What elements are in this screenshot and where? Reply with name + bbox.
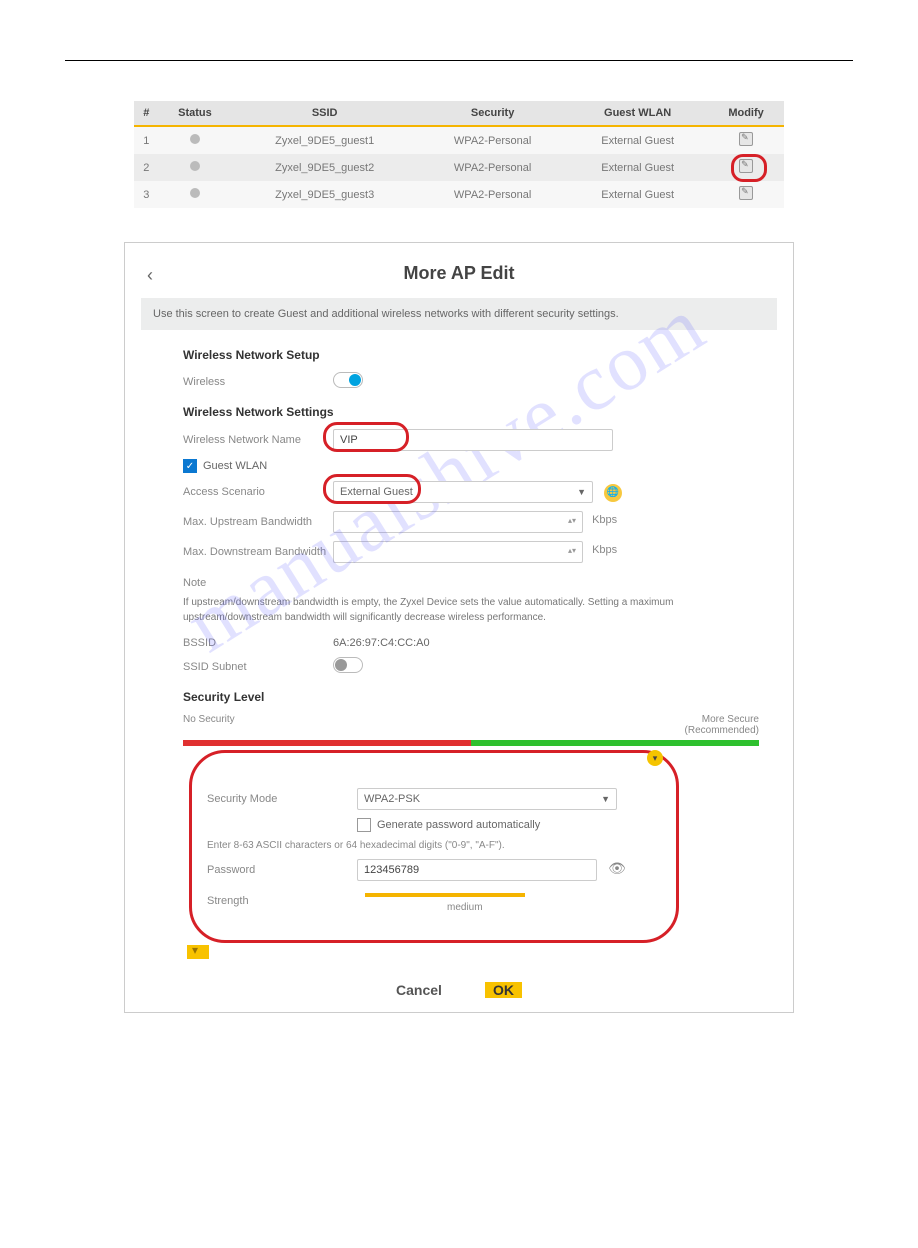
cell-modify[interactable] [708,126,784,154]
ap-table: # Status SSID Security Guest WLAN Modify… [134,101,784,208]
bulb-icon [190,161,200,171]
stepper-icon[interactable]: ▴▾ [568,518,580,526]
cancel-button[interactable]: Cancel [396,982,442,998]
cell-status [159,154,232,181]
security-panel: ▾ Security Mode WPA2-PSK ▼ Generate pass… [183,760,759,937]
highlight-ring [333,429,613,451]
unit-label: Kbps [592,514,617,526]
access-scenario-label: Access Scenario [183,486,333,498]
table-row: 1 Zyxel_9DE5_guest1 WPA2-Personal Extern… [134,126,784,154]
network-name-input[interactable] [333,429,613,451]
strength-bar [365,893,525,897]
cell-modify[interactable] [708,154,784,181]
cell-guest: External Guest [567,154,708,181]
table-header-row: # Status SSID Security Guest WLAN Modify [134,101,784,126]
highlight-ring: External Guest ▼ [333,481,593,503]
more-ap-edit-dialog: ‹ More AP Edit Use this screen to create… [124,242,794,1013]
downstream-label: Max. Downstream Bandwidth [183,546,333,558]
chevron-down-icon: ▼ [577,487,586,497]
security-level-bar[interactable] [183,740,759,746]
cell-num: 3 [134,181,159,208]
col-num: # [134,101,159,126]
section-heading: Security Level [183,690,759,704]
gen-password-checkbox[interactable] [357,818,371,832]
cell-status [159,126,232,154]
stepper-icon[interactable]: ▴▾ [568,548,580,556]
cell-ssid: Zyxel_9DE5_guest1 [231,126,418,154]
cell-modify[interactable] [708,181,784,208]
eye-icon[interactable]: 👁 [608,860,626,876]
expand-icon[interactable] [187,945,209,959]
wireless-toggle[interactable] [333,372,363,388]
cell-security: WPA2-Personal [418,181,567,208]
dialog-actions: Cancel OK [125,982,793,998]
cell-security: WPA2-Personal [418,154,567,181]
wireless-setup-section: Wireless Network Setup Wireless Wireless… [183,348,759,962]
strength-value: medium [447,902,483,913]
col-status: Status [159,101,232,126]
edit-icon[interactable] [739,186,753,200]
note-text: If upstream/downstream bandwidth is empt… [183,595,759,625]
ssid-subnet-toggle[interactable] [333,657,363,673]
unit-label: Kbps [592,544,617,556]
upstream-label: Max. Upstream Bandwidth [183,516,333,528]
bssid-value: 6A:26:97:C4:CC:A0 [333,637,759,649]
cell-status [159,181,232,208]
no-security-label: No Security [183,714,235,736]
access-scenario-select[interactable]: External Guest ▼ [333,481,593,503]
section-heading: Wireless Network Settings [183,405,759,419]
dialog-notice: Use this screen to create Guest and addi… [141,298,777,330]
guest-wlan-label: Guest WLAN [203,460,267,472]
password-hint: Enter 8-63 ASCII characters or 64 hexade… [207,840,735,851]
dialog-header: ‹ More AP Edit [125,243,793,290]
wireless-label: Wireless [183,376,333,388]
section-heading: Wireless Network Setup [183,348,759,362]
cell-num: 1 [134,126,159,154]
security-mode-label: Security Mode [207,793,357,805]
network-name-label: Wireless Network Name [183,434,333,446]
cell-guest: External Guest [567,181,708,208]
cell-ssid: Zyxel_9DE5_guest2 [231,154,418,181]
table-row: 3 Zyxel_9DE5_guest3 WPA2-Personal Extern… [134,181,784,208]
highlight-icon [739,159,753,176]
edit-icon[interactable] [739,132,753,146]
select-value: External Guest [340,486,413,498]
dialog-title: More AP Edit [403,263,514,283]
table-row: 2 Zyxel_9DE5_guest2 WPA2-Personal Extern… [134,154,784,181]
bulb-icon [190,134,200,144]
recommended-label: (Recommended) [685,725,759,736]
col-modify: Modify [708,101,784,126]
password-input[interactable] [357,859,597,881]
guest-wlan-checkbox[interactable]: ✓ [183,459,197,473]
cell-ssid: Zyxel_9DE5_guest3 [231,181,418,208]
gen-password-label: Generate password automatically [377,819,540,831]
password-label: Password [207,864,357,876]
ssid-subnet-label: SSID Subnet [183,661,333,673]
strength-label: Strength [207,895,357,907]
page-rule [65,60,853,61]
col-security: Security [418,101,567,126]
chevron-down-icon: ▼ [601,794,610,804]
col-ssid: SSID [231,101,418,126]
cell-num: 2 [134,154,159,181]
ok-button[interactable]: OK [485,982,522,998]
col-guest: Guest WLAN [567,101,708,126]
select-value: WPA2-PSK [364,793,420,805]
slider-knob-icon[interactable]: ▾ [647,750,663,766]
note-heading: Note [183,577,759,589]
cell-security: WPA2-Personal [418,126,567,154]
upstream-stepper[interactable]: ▴▾ [333,511,583,533]
bssid-label: BSSID [183,637,333,649]
security-mode-select[interactable]: WPA2-PSK ▼ [357,788,617,810]
globe-icon[interactable]: 🌐 [604,484,622,502]
more-secure-label: More Secure [702,714,759,725]
downstream-stepper[interactable]: ▴▾ [333,541,583,563]
bulb-icon [190,188,200,198]
edit-icon[interactable] [739,159,753,173]
back-icon[interactable]: ‹ [147,265,153,286]
cell-guest: External Guest [567,126,708,154]
